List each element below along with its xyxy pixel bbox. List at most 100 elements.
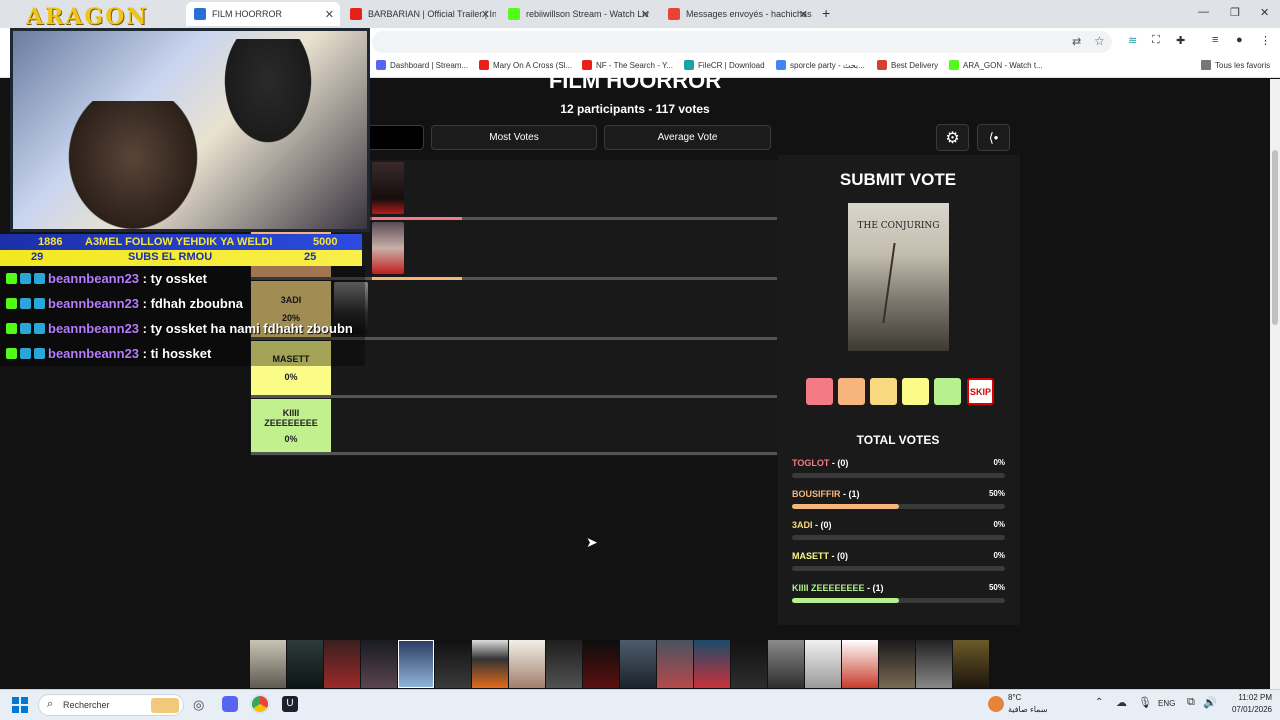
movie-thumbnail[interactable] — [620, 640, 656, 688]
bookmark-sporcle[interactable]: sporcle party - بحث... — [776, 60, 865, 70]
aragon-logo: ARAGON — [26, 4, 149, 30]
all-bookmarks[interactable]: Tous les favoris — [1201, 60, 1270, 70]
settings-gear-icon[interactable]: ⚙ — [936, 124, 969, 151]
movie-thumbnail[interactable] — [768, 640, 804, 688]
movie-thumbnail[interactable] — [509, 640, 545, 688]
participants-votes: 12 participants - 117 votes — [560, 102, 710, 116]
weather-icon[interactable] — [988, 696, 1004, 712]
share-icon[interactable]: ⟨• — [977, 124, 1010, 151]
minimize-icon[interactable]: — — [1198, 6, 1209, 18]
vote-row-name: KIIII ZEEEEEEEE — [792, 583, 865, 593]
url-input[interactable] — [372, 31, 1112, 53]
close-tab-icon[interactable]: ✕ — [325, 8, 334, 21]
movie-thumbnail[interactable] — [324, 640, 360, 688]
vote-button-tier4[interactable] — [902, 378, 929, 405]
total-votes-heading: TOTAL VOTES — [856, 433, 940, 447]
close-tab-icon[interactable]: ✕ — [641, 8, 650, 21]
cloud-icon[interactable]: ☁ — [1116, 696, 1127, 709]
average-vote-button[interactable]: Average Vote — [604, 125, 771, 150]
clock-time[interactable]: 11:02 PM — [1224, 693, 1272, 702]
movie-thumbnail[interactable] — [842, 640, 878, 688]
vote-button-tier3[interactable] — [870, 378, 897, 405]
movie-thumbnail[interactable] — [694, 640, 730, 688]
volume-icon[interactable]: 🔊 — [1203, 696, 1217, 709]
chat-text: : ty ossket — [139, 271, 207, 286]
movie-thumbnail[interactable] — [361, 640, 397, 688]
star-icon[interactable]: ☆ — [1094, 34, 1105, 48]
language-indicator[interactable]: ENG — [1158, 699, 1175, 708]
vote-button-tier1[interactable] — [806, 378, 833, 405]
bookmark-best-delivery[interactable]: Best Delivery — [877, 60, 938, 70]
close-tab-icon[interactable]: ✕ — [799, 8, 808, 21]
movie-poster-smile2[interactable] — [372, 222, 404, 274]
profile-icon[interactable]: ● — [1236, 34, 1243, 46]
queue-icon[interactable]: ≡ — [1212, 34, 1218, 46]
new-tab-button[interactable]: + — [822, 5, 830, 21]
app-u-icon[interactable]: U — [282, 696, 298, 712]
microphone-icon[interactable]: 🎙 — [1138, 696, 1152, 709]
weather-desc: سماء صافية — [1008, 705, 1048, 714]
movie-thumbnail[interactable] — [731, 640, 767, 688]
network-icon[interactable]: ⧉ — [1187, 696, 1195, 709]
vote-row-percent: 0% — [993, 551, 1005, 560]
skip-button[interactable]: SKIP — [967, 378, 994, 405]
screenshot-icon[interactable]: ⛶ — [1152, 34, 1160, 47]
windows-start-icon[interactable] — [12, 697, 28, 713]
maximize-icon[interactable]: ❐ — [1230, 6, 1240, 19]
bookmark-dashboard[interactable]: Dashboard | Stream... — [376, 60, 468, 70]
movie-thumbnail[interactable] — [435, 640, 471, 688]
movie-thumbnail[interactable] — [250, 640, 286, 688]
vote-row-label: 3ADI - (0) — [792, 520, 832, 530]
discord-icon[interactable] — [222, 696, 238, 712]
taskbar-search[interactable]: ⌕ Rechercher — [38, 694, 184, 716]
tier-name: KIIII ZEEEEEEEE — [264, 407, 318, 428]
movie-thumbnail[interactable] — [287, 640, 323, 688]
task-view-icon[interactable]: ◎ — [193, 697, 204, 713]
vote-button-tier2[interactable] — [838, 378, 865, 405]
movie-thumbnail[interactable] — [916, 640, 952, 688]
bookmark-nf[interactable]: NF - The Search - Y... — [582, 60, 673, 70]
movie-thumbnail[interactable] — [805, 640, 841, 688]
close-window-icon[interactable]: ✕ — [1260, 6, 1269, 19]
tab-rebiiwillson[interactable]: rebiiwillson Stream - Watch Liv ✕ — [500, 2, 656, 26]
movie-poster-smile[interactable] — [372, 162, 404, 214]
menu-icon[interactable]: ⋮ — [1260, 34, 1271, 47]
gift-badge-icon — [34, 273, 45, 284]
movie-thumbnail[interactable] — [546, 640, 582, 688]
vote-row-name: BOUSIFFIR — [792, 489, 841, 499]
puzzle-icon[interactable]: ✚ — [1176, 34, 1185, 47]
movie-thumbnail[interactable] — [398, 640, 434, 688]
movie-thumbnail[interactable] — [879, 640, 915, 688]
chevron-up-icon[interactable]: ⌃ — [1095, 697, 1103, 708]
chrome-icon[interactable] — [250, 694, 270, 714]
tab-film-hoorror[interactable]: FILM HOORROR ✕ — [186, 2, 340, 26]
tab-barbarian[interactable]: BARBARIAN | Official Trailer | In ✕ — [342, 2, 496, 26]
vote-row-name: MASETT — [792, 551, 829, 561]
close-tab-icon[interactable]: ✕ — [481, 8, 490, 21]
bookmark-aragon[interactable]: ARA_GON - Watch t... — [949, 60, 1043, 70]
bookmark-mary[interactable]: Mary On A Cross (Sl... — [479, 60, 572, 70]
tab-messages[interactable]: Messages envoyés - hachichas ✕ — [660, 2, 814, 26]
tier-row-kiiii: KIIII ZEEEEEEEE 0% — [251, 399, 331, 452]
vote-bar-track — [792, 566, 1005, 571]
bookmark-icon — [877, 60, 887, 70]
movie-thumbnail[interactable] — [657, 640, 693, 688]
scrollbar-thumb[interactable] — [1272, 150, 1278, 325]
most-votes-button[interactable]: Most Votes — [431, 125, 597, 150]
tier-progress-track — [251, 452, 777, 455]
movie-thumbnail[interactable] — [472, 640, 508, 688]
vote-bar-fill — [792, 504, 899, 509]
kick-icon — [949, 60, 959, 70]
movie-thumbnail[interactable] — [953, 640, 989, 688]
sub-badge-icon — [20, 323, 31, 334]
sort-button-active[interactable] — [362, 125, 424, 150]
translate-icon[interactable]: ⇄ — [1072, 35, 1081, 48]
bookmark-filecr[interactable]: FileCR | Download — [684, 60, 765, 70]
tier-progress-fill — [372, 217, 462, 220]
clock-date[interactable]: 07/01/2026 — [1224, 705, 1272, 714]
movie-thumbnail[interactable] — [583, 640, 619, 688]
follow-goal: 5000 — [313, 236, 338, 248]
vote-button-tier5[interactable] — [934, 378, 961, 405]
extension-icon[interactable]: ≋ — [1128, 34, 1137, 47]
search-icon: ⌕ — [47, 698, 54, 710]
